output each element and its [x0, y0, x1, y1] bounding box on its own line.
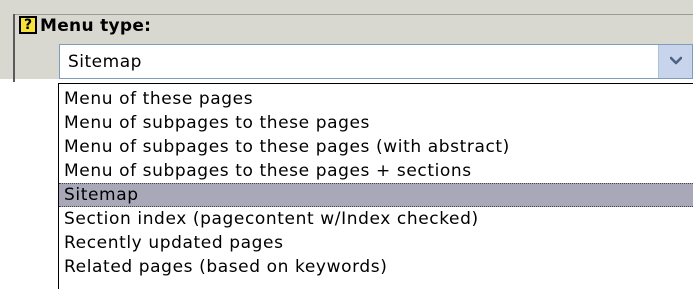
divider [13, 14, 15, 82]
field-label: Menu type: [40, 16, 152, 36]
option-related-pages[interactable]: Related pages (based on keywords) [59, 255, 693, 279]
option-menu-of-subpages[interactable]: Menu of subpages to these pages [59, 111, 693, 135]
selected-value: Sitemap [68, 52, 142, 72]
option-menu-of-subpages-sections[interactable]: Menu of subpages to these pages + sectio… [59, 159, 693, 183]
option-menu-of-subpages-with-abstract[interactable]: Menu of subpages to these pages (with ab… [59, 135, 693, 159]
chevron-down-icon [670, 56, 682, 65]
menu-type-select[interactable]: Sitemap [59, 44, 693, 79]
dropdown-list: Menu of these pages Menu of subpages to … [58, 83, 693, 289]
option-recently-updated[interactable]: Recently updated pages [59, 231, 693, 255]
dropdown-button[interactable] [658, 45, 692, 78]
option-sitemap[interactable]: Sitemap [59, 183, 693, 207]
divider [13, 14, 693, 15]
help-icon[interactable]: ? [19, 16, 37, 34]
option-section-index[interactable]: Section index (pagecontent w/Index check… [59, 207, 693, 231]
option-menu-of-these-pages[interactable]: Menu of these pages [59, 87, 693, 111]
